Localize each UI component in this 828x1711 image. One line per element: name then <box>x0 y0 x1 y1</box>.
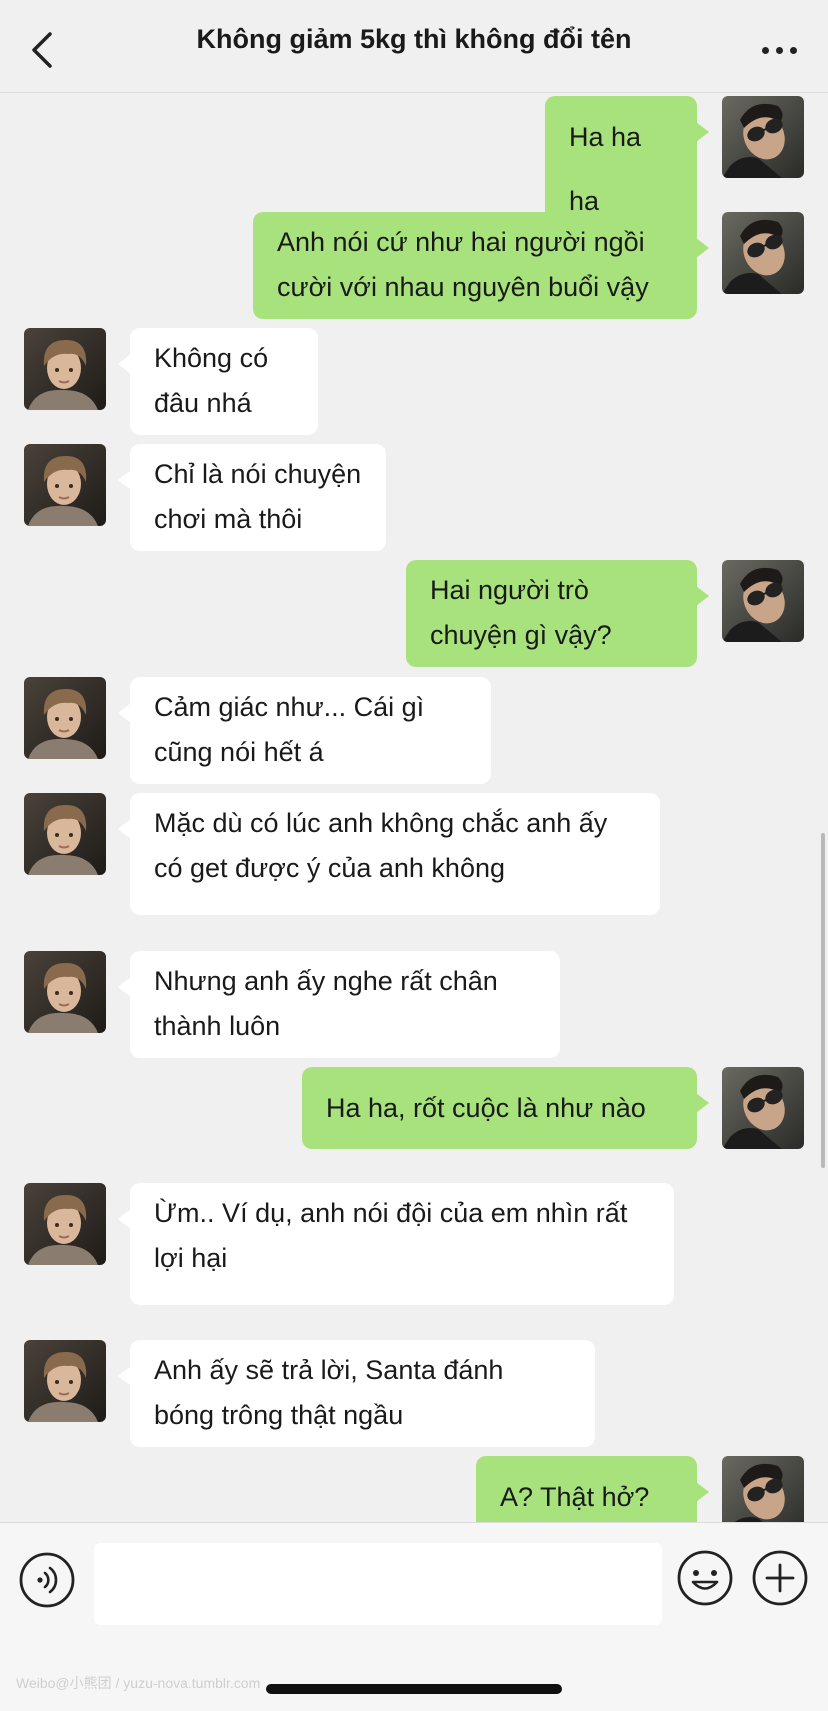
incoming-message-bubble[interactable]: Chỉ là nói chuyện chơi mà thôi <box>118 444 386 551</box>
avatar-image <box>722 1067 804 1149</box>
incoming-message-bubble[interactable]: Mặc dù có lúc anh không chắc anh ấy có ge… <box>118 793 660 915</box>
avatar-image <box>722 96 804 178</box>
message-input[interactable] <box>94 1543 662 1625</box>
avatar-image <box>722 1456 804 1522</box>
avatar-image <box>722 212 804 294</box>
contact-avatar[interactable] <box>24 793 106 875</box>
message-text-line: chơi mà thôi <box>154 504 303 534</box>
contact-avatar[interactable] <box>24 444 106 526</box>
chat-title: Không giảm 5kg thì không đổi tên <box>196 24 632 54</box>
avatar-image <box>24 444 106 526</box>
voice-button[interactable] <box>18 1551 76 1609</box>
incoming-message-bubble[interactable]: Anh ấy sẽ trả lời, Santa đánh bóng trông … <box>118 1340 595 1447</box>
my-avatar[interactable] <box>722 1456 804 1522</box>
avatar-image <box>24 328 106 410</box>
message-text-line: chuyện gì vậy? <box>430 620 612 650</box>
message-text-line: Chỉ là nói chuyện <box>154 459 362 489</box>
avatar-image <box>722 560 804 642</box>
message-text-line: Ừm.. Ví dụ, anh nói đội của em nhìn rất <box>154 1198 628 1228</box>
voice-icon <box>19 1552 75 1608</box>
plus-icon <box>752 1550 808 1606</box>
my-avatar[interactable] <box>722 1067 804 1149</box>
more-actions-button[interactable] <box>751 1549 809 1607</box>
message-text-line: lợi hại <box>154 1243 228 1273</box>
outgoing-message-bubble[interactable]: Anh nói cứ như hai người ngồi cười với nh… <box>253 212 709 319</box>
more-dot-icon <box>761 46 769 54</box>
message-text-line: thành luôn <box>154 1011 281 1041</box>
outgoing-message-bubble[interactable]: Ha ha, rốt cuộc là như nào <box>302 1067 709 1149</box>
incoming-message-bubble[interactable]: Ừm.. Ví dụ, anh nói đội của em nhìn rất l… <box>118 1183 674 1305</box>
message-text-line: có get được ý của anh không <box>154 853 505 883</box>
input-bar: Weibo@小熊团 / yuzu-nova.tumblr.com <box>0 1522 828 1711</box>
message-text-line: Cảm giác như... Cái gì <box>154 692 425 722</box>
incoming-message-bubble[interactable]: Cảm giác như... Cái gì cũng nói hết á <box>118 677 491 784</box>
message-text-line: Không có <box>154 343 269 373</box>
incoming-message-bubble[interactable]: Không có đâu nhá <box>118 328 318 435</box>
avatar-image <box>24 677 106 759</box>
more-options-button[interactable] <box>744 22 814 78</box>
incoming-message-bubble[interactable]: Nhưng anh ấy nghe rất chân thành luôn <box>118 951 560 1058</box>
message-text-line: Nhưng anh ấy nghe rất chân <box>154 966 498 996</box>
more-dot-icon <box>789 46 797 54</box>
chevron-left-icon <box>32 32 52 68</box>
emoji-icon <box>677 1550 733 1606</box>
contact-avatar[interactable] <box>24 1183 106 1265</box>
message-text-line: đâu nhá <box>154 388 252 418</box>
my-avatar[interactable] <box>722 560 804 642</box>
chat-header: Không giảm 5kg thì không đổi tên <box>0 0 828 93</box>
more-dot-icon <box>775 46 783 54</box>
contact-avatar[interactable] <box>24 1340 106 1422</box>
avatar-image <box>24 1340 106 1422</box>
message-text-line: bóng trông thật ngầu <box>154 1400 404 1430</box>
avatar-image <box>24 951 106 1033</box>
scrollbar[interactable] <box>821 833 825 1168</box>
avatar-image <box>24 793 106 875</box>
message-text-line: Ha ha, rốt cuộc là như nào <box>326 1093 646 1123</box>
message-text-line: Anh ấy sẽ trả lời, Santa đánh <box>154 1355 504 1385</box>
home-indicator[interactable] <box>266 1684 562 1694</box>
emoji-button[interactable] <box>676 1549 734 1607</box>
watermark: Weibo@小熊团 / yuzu-nova.tumblr.com <box>16 1675 261 1691</box>
avatar-image <box>24 1183 106 1265</box>
contact-avatar[interactable] <box>24 677 106 759</box>
contact-avatar[interactable] <box>24 951 106 1033</box>
message-text-line: cũng nói hết á <box>154 737 324 767</box>
message-list[interactable]: Ha ha ha Anh nói cứ như hai người ngồi cườ… <box>0 93 828 1522</box>
outgoing-message-bubble[interactable]: Hai người trò chuyện gì vậy? <box>406 560 709 667</box>
my-avatar[interactable] <box>722 96 804 178</box>
message-text-line: Mặc dù có lúc anh không chắc anh ấy <box>154 808 608 838</box>
message-text-line: Anh nói cứ như hai người ngồi <box>277 227 645 257</box>
message-text-line: Hai người trò <box>430 575 589 605</box>
contact-avatar[interactable] <box>24 328 106 410</box>
back-button[interactable] <box>20 18 68 82</box>
message-text-line: A? Thật hở? <box>500 1482 650 1512</box>
my-avatar[interactable] <box>722 212 804 294</box>
outgoing-message-bubble[interactable]: A? Thật hở? <box>476 1456 709 1522</box>
message-text-line: cười với nhau nguyên buổi vậy <box>277 272 649 302</box>
